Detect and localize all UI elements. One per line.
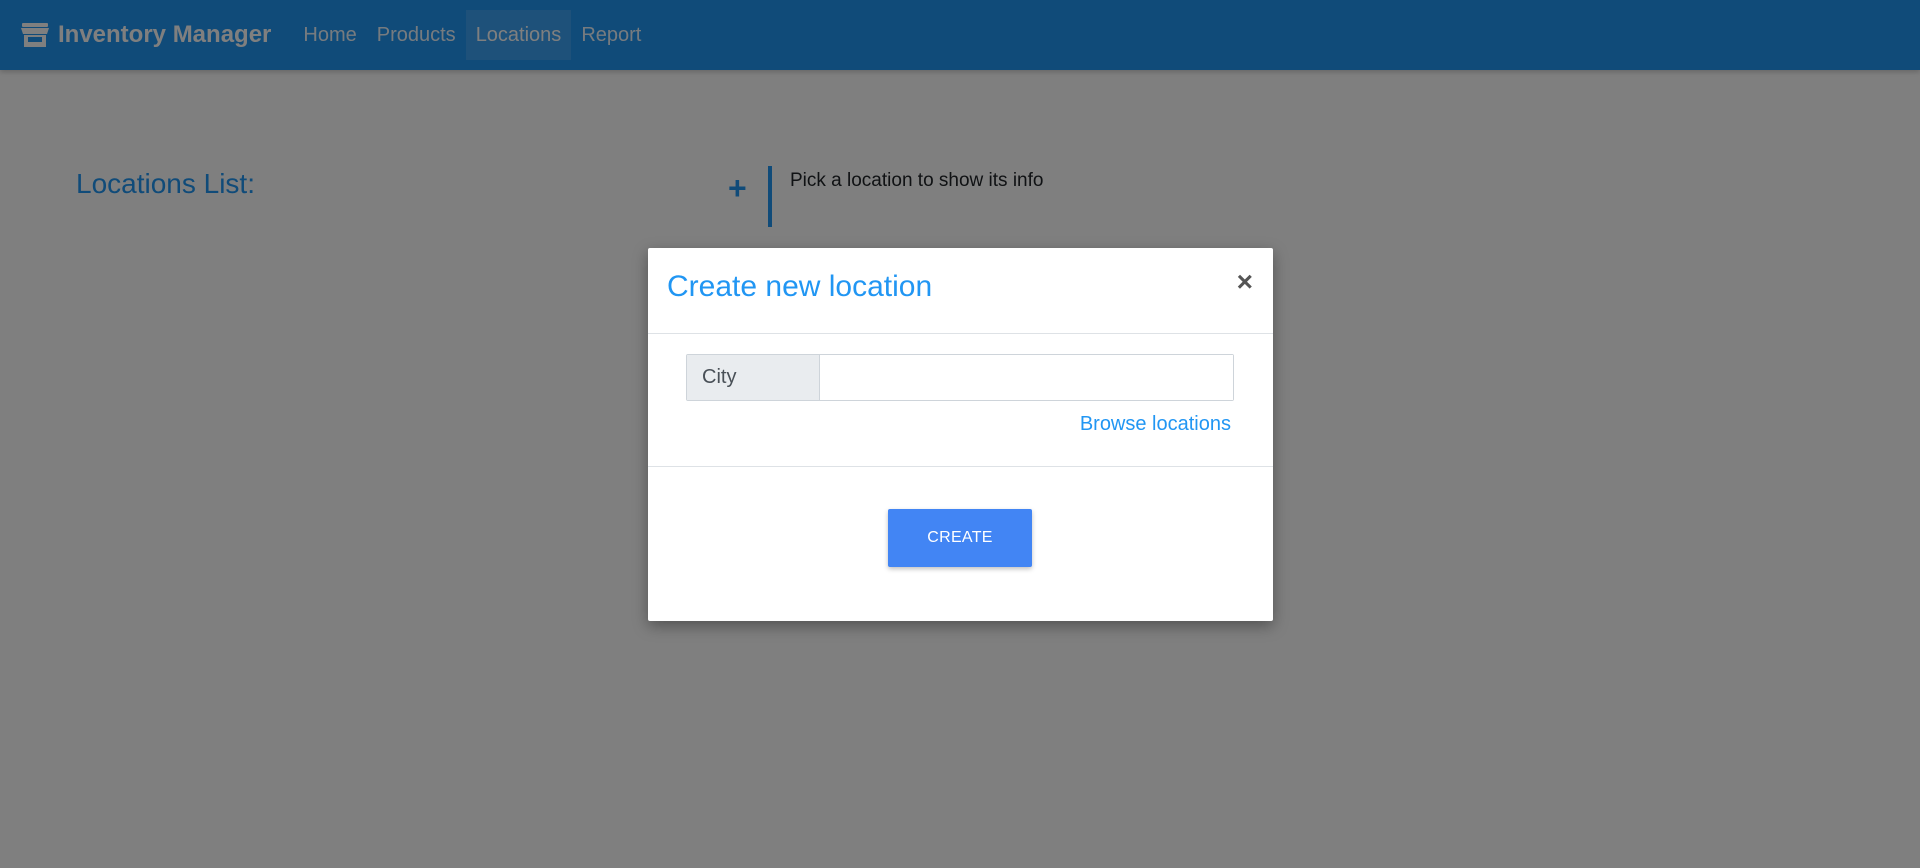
modal-footer: CREATE — [648, 467, 1273, 621]
modal-title: Create new location — [667, 270, 933, 303]
modal-body: City Browse locations — [648, 334, 1273, 467]
city-input[interactable] — [820, 355, 1233, 400]
browse-locations-link[interactable]: Browse locations — [1080, 413, 1231, 436]
create-button[interactable]: CREATE — [888, 509, 1032, 567]
city-input-group: City — [686, 354, 1234, 401]
city-label: City — [687, 355, 820, 400]
close-icon[interactable]: × — [1237, 268, 1253, 296]
create-location-modal: Create new location × City Browse locati… — [648, 248, 1273, 621]
modal-header: Create new location × — [648, 248, 1273, 334]
